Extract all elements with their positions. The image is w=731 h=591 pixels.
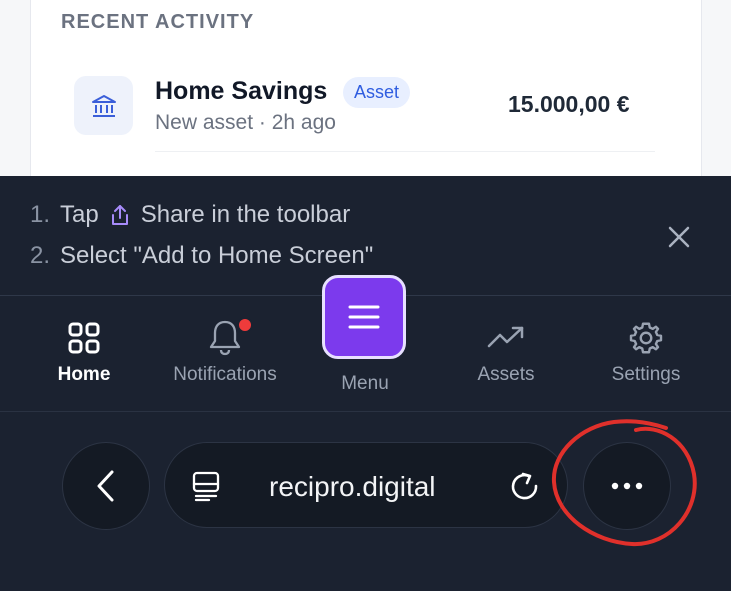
section-title: RECENT ACTIVITY [61,11,255,33]
nav-label: Assets [477,364,535,385]
row-divider [155,151,655,152]
asset-badge: Asset [343,77,411,108]
more-button[interactable] [583,442,671,530]
activity-amount: 15.000,00 € [508,91,630,117]
address-bar[interactable]: recipro.digital [164,442,568,528]
close-icon[interactable] [664,222,694,252]
hamburger-icon [348,305,380,329]
nav-label: Notifications [173,364,277,385]
divider [0,411,731,412]
step-text: Select "Add to Home Screen" [60,242,374,269]
notification-badge [237,317,253,333]
step-number: 2. [30,242,51,269]
reload-icon[interactable] [509,471,541,508]
install-step-2: 2. Select "Add to Home Screen" [30,242,373,270]
share-icon [109,203,131,227]
step-text: Share in the toolbar [140,201,351,228]
more-dots-icon [611,482,643,490]
nav-assets[interactable]: Assets [436,318,576,386]
activity-title[interactable]: Home Savings [155,77,327,106]
grid-icon [14,318,154,358]
step-text: Tap [60,201,99,228]
nav-label: Home [57,364,111,385]
back-button[interactable] [62,442,150,530]
install-step-1: 1. Tap Share in the toolbar [30,201,350,229]
bell-icon [155,317,295,358]
nav-notifications[interactable]: Notifications [155,317,295,386]
chevron-left-icon [97,470,114,502]
trending-up-icon [436,318,576,358]
nav-label: Settings [611,364,681,385]
url-text[interactable]: recipro.digital [269,471,436,503]
bank-icon [74,76,133,135]
menu-button[interactable] [322,275,406,359]
nav-label-menu: Menu [341,373,389,394]
nav-settings[interactable]: Settings [576,318,716,386]
step-number: 1. [30,201,51,228]
reader-icon[interactable] [191,470,221,507]
nav-home[interactable]: Home [14,318,154,386]
gear-icon [576,318,716,358]
activity-subtitle: New asset · 2h ago [155,111,336,134]
